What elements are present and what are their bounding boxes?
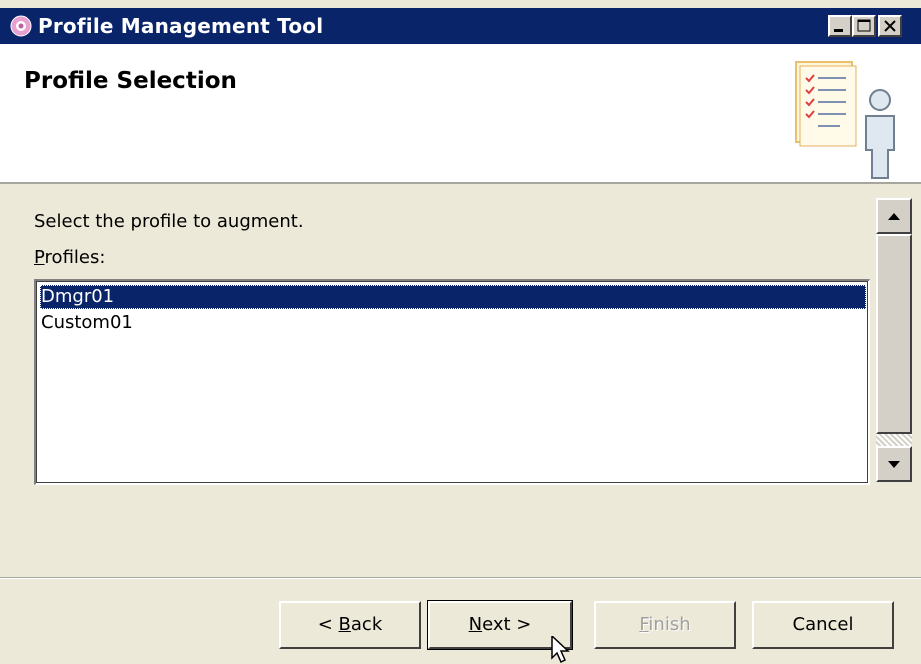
title-bar[interactable]: Profile Management Tool	[0, 8, 921, 44]
app-gear-icon	[10, 15, 32, 37]
list-item[interactable]: Dmgr01	[40, 285, 866, 309]
maximize-icon	[857, 19, 871, 32]
page-title: Profile Selection	[24, 68, 237, 94]
dialog-window: Profile Management Tool Profile Selectio…	[0, 0, 921, 664]
maximize-button[interactable]	[852, 15, 876, 37]
close-button[interactable]	[878, 15, 902, 37]
profiles-list[interactable]: Dmgr01 Custom01	[34, 279, 870, 485]
window-title: Profile Management Tool	[38, 14, 324, 38]
wizard-header: Profile Selection	[0, 44, 921, 184]
arrow-up-icon	[888, 213, 900, 220]
back-prefix: <	[317, 614, 339, 635]
profiles-label: Profiles:	[34, 247, 105, 268]
next-rest: ext >	[482, 614, 532, 635]
scroll-down-button[interactable]	[876, 446, 912, 482]
scrollbar-track[interactable]	[876, 434, 912, 446]
vertical-scrollbar[interactable]	[876, 198, 912, 486]
profiles-label-mnemonic: P	[34, 247, 45, 268]
cancel-button[interactable]: Cancel	[752, 601, 894, 649]
back-button[interactable]: < Back	[279, 601, 421, 649]
footer-divider	[0, 577, 921, 579]
list-item[interactable]: Custom01	[40, 311, 133, 335]
scrollbar-thumb[interactable]	[876, 234, 912, 434]
mouse-pointer-icon	[551, 636, 570, 664]
profiles-label-rest: rofiles:	[44, 247, 106, 268]
arrow-down-icon	[888, 461, 900, 468]
close-icon	[884, 20, 896, 32]
minimize-icon	[834, 29, 843, 32]
finish-rest: inish	[648, 614, 691, 635]
back-mnemonic: B	[338, 614, 351, 635]
instruction-text: Select the profile to augment.	[34, 211, 304, 232]
profile-checklist-icon	[795, 61, 895, 179]
scroll-up-button[interactable]	[876, 198, 912, 234]
next-mnemonic: N	[468, 614, 483, 635]
finish-button[interactable]: Finish	[594, 601, 736, 649]
back-rest: ack	[350, 614, 383, 635]
minimize-button[interactable]	[828, 15, 852, 37]
